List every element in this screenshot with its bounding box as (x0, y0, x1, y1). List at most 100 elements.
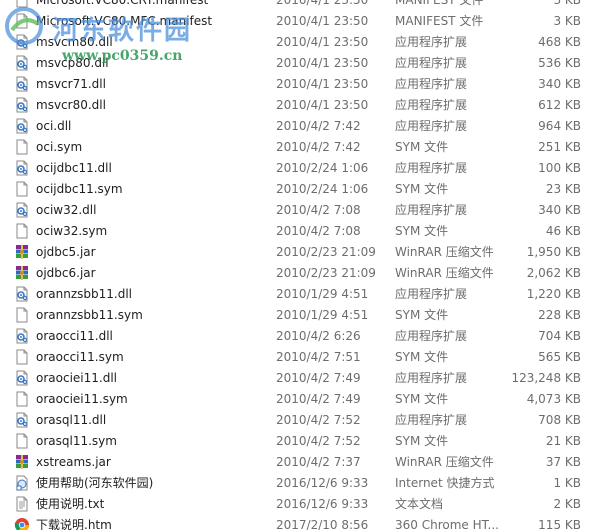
blank-file-icon (14, 139, 30, 155)
file-modified-date: 2010/4/2 6:26 (276, 329, 361, 343)
file-row[interactable]: ocijdbc11.dll 2010/2/24 1:06 应用程序扩展 100 KB (0, 158, 603, 179)
blank-file-icon (14, 307, 30, 323)
file-row[interactable]: ojdbc5.jar 2010/2/23 21:09 WinRAR 压缩文件 1,95… (0, 242, 603, 263)
file-row[interactable]: msvcp80.dll 2010/4/1 23:50 应用程序扩展 536 KB (0, 53, 603, 74)
file-row[interactable]: ojdbc6.jar 2010/2/23 21:09 WinRAR 压缩文件 2,06… (0, 263, 603, 284)
file-modified-date: 2010/4/1 23:50 (276, 98, 369, 112)
file-type: SYM 文件 (395, 182, 449, 196)
dll-icon (14, 370, 30, 386)
dll-icon (14, 55, 30, 71)
manifest-icon (14, 13, 30, 29)
file-name: ociw32.dll (36, 203, 97, 217)
blank-file-icon (14, 349, 30, 365)
file-size: 100 KB (538, 161, 581, 175)
file-size: 228 KB (538, 308, 581, 322)
file-size: 468 KB (538, 35, 581, 49)
dll-icon (14, 160, 30, 176)
file-size: 21 KB (545, 434, 581, 448)
blank-file-icon (14, 433, 30, 449)
manifest-icon (14, 0, 30, 8)
file-modified-date: 2010/4/1 23:50 (276, 77, 369, 91)
file-name: msvcr71.dll (36, 77, 106, 91)
internet-shortcut-icon (14, 475, 30, 491)
dll-icon (14, 76, 30, 92)
file-type: WinRAR 压缩文件 (395, 266, 494, 280)
file-name: Microsoft.VC80.MFC.manifest (36, 14, 213, 28)
file-type: SYM 文件 (395, 140, 449, 154)
dll-icon (14, 328, 30, 344)
file-size: 3 KB (553, 0, 581, 7)
file-row[interactable]: Microsoft.VC80.MFC.manifest 2010/4/1 23:5… (0, 11, 603, 32)
file-row[interactable]: 使用说明.txt 2016/12/6 9:33 文本文档 2 KB (0, 494, 603, 515)
file-row[interactable]: orasql11.dll 2010/4/2 7:52 应用程序扩展 708 KB (0, 410, 603, 431)
file-name: orannzsbb11.dll (36, 287, 132, 301)
file-name: oraociei11.sym (36, 392, 128, 406)
file-modified-date: 2010/2/24 1:06 (276, 182, 369, 196)
file-type: 应用程序扩展 (395, 329, 468, 343)
file-type: 应用程序扩展 (395, 371, 468, 385)
file-size: 565 KB (538, 350, 581, 364)
winrar-icon (14, 454, 30, 470)
file-modified-date: 2016/12/6 9:33 (276, 497, 369, 511)
file-name: orasql11.sym (36, 434, 117, 448)
file-row[interactable]: Microsoft.VC80.CRT.manifest 2010/4/1 23:5… (0, 0, 603, 11)
file-modified-date: 2010/4/2 7:37 (276, 455, 361, 469)
file-row[interactable]: oraocci11.sym 2010/4/2 7:51 SYM 文件 565 KB (0, 347, 603, 368)
file-row[interactable]: orannzsbb11.dll 2010/1/29 4:51 应用程序扩展 1,220… (0, 284, 603, 305)
file-type: 应用程序扩展 (395, 203, 468, 217)
file-row[interactable]: msvcm80.dll 2010/4/1 23:50 应用程序扩展 468 KB (0, 32, 603, 53)
file-row[interactable]: ociw32.dll 2010/4/2 7:08 应用程序扩展 340 KB (0, 200, 603, 221)
file-modified-date: 2010/4/2 7:51 (276, 350, 361, 364)
file-type: 应用程序扩展 (395, 161, 468, 175)
file-name: 使用说明.txt (36, 497, 105, 511)
file-type: 应用程序扩展 (395, 35, 468, 49)
file-type: 文本文档 (395, 497, 444, 511)
blank-file-icon (14, 391, 30, 407)
file-type: MANIFEST 文件 (395, 0, 484, 7)
file-row[interactable]: orasql11.sym 2010/4/2 7:52 SYM 文件 21 KB (0, 431, 603, 452)
file-modified-date: 2010/4/1 23:50 (276, 56, 369, 70)
winrar-icon (14, 265, 30, 281)
file-name: oci.sym (36, 140, 83, 154)
file-row[interactable]: ocijdbc11.sym 2010/2/24 1:06 SYM 文件 23 KB (0, 179, 603, 200)
file-modified-date: 2017/2/10 8:56 (276, 518, 369, 530)
dll-icon (14, 97, 30, 113)
file-row[interactable]: 使用帮助(河东软件园) 2016/12/6 9:33 Internet 快捷方式 1 … (0, 473, 603, 494)
file-row[interactable]: xstreams.jar 2010/4/2 7:37 WinRAR 压缩文件 37 K… (0, 452, 603, 473)
file-size: 46 KB (545, 224, 581, 238)
file-modified-date: 2010/2/24 1:06 (276, 161, 369, 175)
file-type: 应用程序扩展 (395, 413, 468, 427)
file-row[interactable]: oraociei11.sym 2010/4/2 7:49 SYM 文件 4,073 K… (0, 389, 603, 410)
file-modified-date: 2010/4/2 7:42 (276, 119, 361, 133)
text-file-icon (14, 496, 30, 512)
file-modified-date: 2010/4/1 23:50 (276, 14, 369, 28)
file-row[interactable]: ociw32.sym 2010/4/2 7:08 SYM 文件 46 KB (0, 221, 603, 242)
file-row[interactable]: msvcr71.dll 2010/4/1 23:50 应用程序扩展 340 KB (0, 74, 603, 95)
file-row[interactable]: 下载说明.htm 2017/2/10 8:56 360 Chrome HT... 11… (0, 515, 603, 530)
file-modified-date: 2010/4/2 7:08 (276, 224, 361, 238)
file-name: orasql11.dll (36, 413, 107, 427)
blank-file-icon (14, 223, 30, 239)
file-modified-date: 2010/4/2 7:49 (276, 392, 361, 406)
file-row[interactable]: oraocci11.dll 2010/4/2 6:26 应用程序扩展 704 KB (0, 326, 603, 347)
file-modified-date: 2010/1/29 4:51 (276, 287, 369, 301)
file-type: 应用程序扩展 (395, 287, 468, 301)
file-size: 340 KB (538, 77, 581, 91)
dll-icon (14, 286, 30, 302)
dll-icon (14, 412, 30, 428)
file-size: 1,220 KB (526, 287, 581, 301)
file-row[interactable]: oraociei11.dll 2010/4/2 7:49 应用程序扩展 123,248… (0, 368, 603, 389)
file-name: msvcm80.dll (36, 35, 113, 49)
file-name: ocijdbc11.dll (36, 161, 112, 175)
file-modified-date: 2010/4/2 7:08 (276, 203, 361, 217)
file-type: MANIFEST 文件 (395, 14, 484, 28)
file-size: 1 KB (553, 476, 581, 490)
winrar-icon (14, 244, 30, 260)
file-name: Microsoft.VC80.CRT.manifest (36, 0, 209, 7)
file-modified-date: 2010/4/2 7:52 (276, 413, 361, 427)
file-row[interactable]: oci.sym 2010/4/2 7:42 SYM 文件 251 KB (0, 137, 603, 158)
file-row[interactable]: msvcr80.dll 2010/4/1 23:50 应用程序扩展 612 KB (0, 95, 603, 116)
file-size: 340 KB (538, 203, 581, 217)
file-row[interactable]: oci.dll 2010/4/2 7:42 应用程序扩展 964 KB (0, 116, 603, 137)
file-row[interactable]: orannzsbb11.sym 2010/1/29 4:51 SYM 文件 228 K… (0, 305, 603, 326)
